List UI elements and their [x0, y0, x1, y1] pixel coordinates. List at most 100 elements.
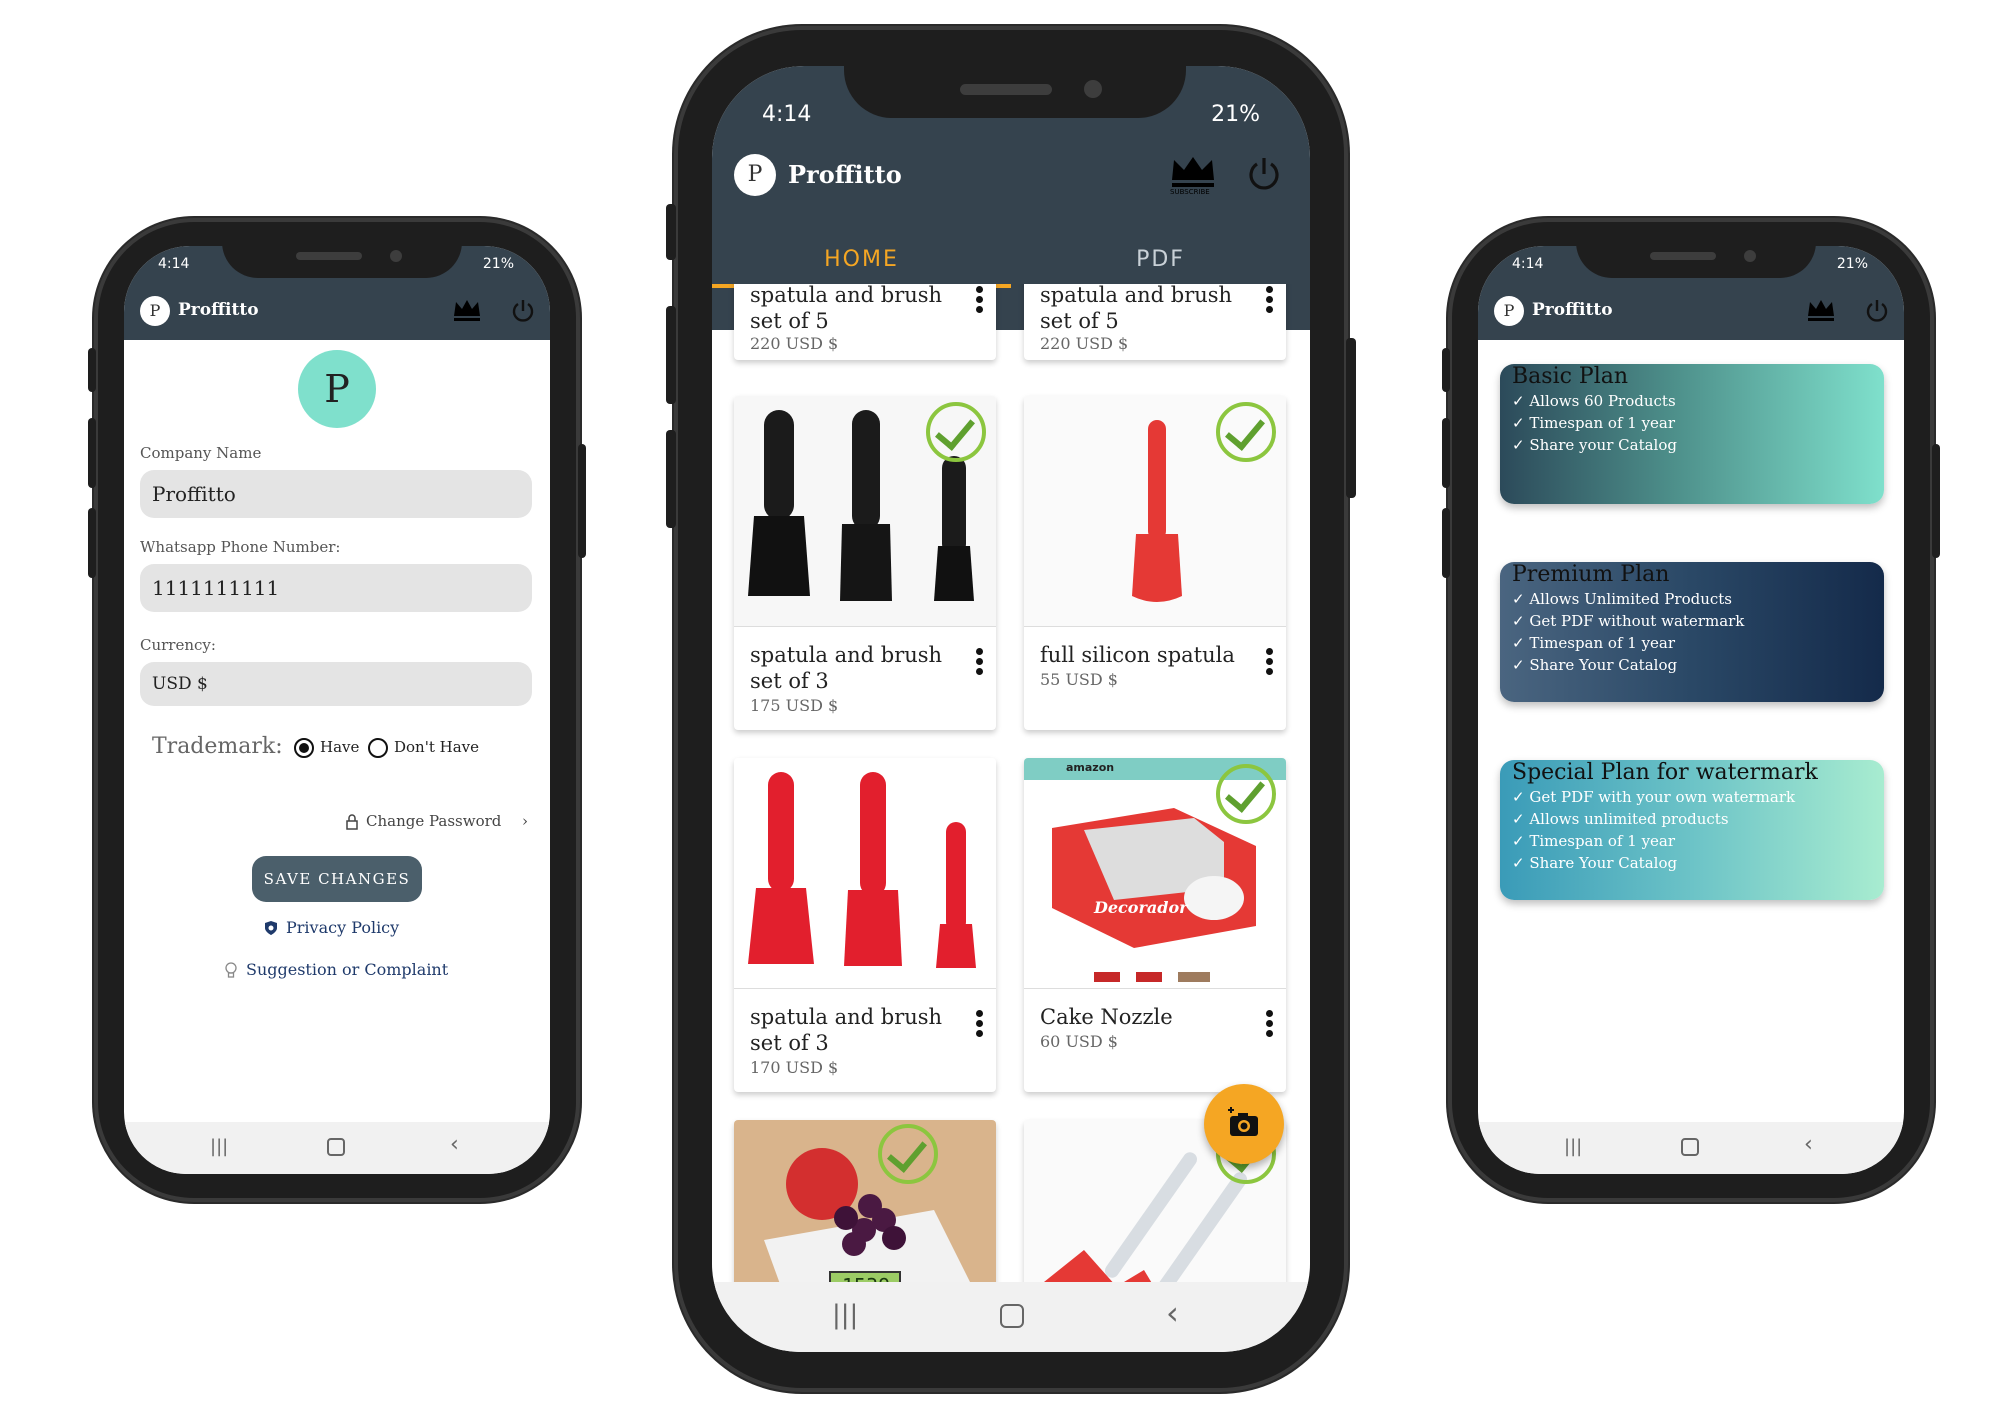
phone-value: 1111111111 — [152, 576, 280, 600]
more-options-icon[interactable] — [976, 286, 984, 316]
product-price: 220 USD $ — [1040, 334, 1129, 353]
product-price: 175 USD $ — [750, 696, 839, 715]
plan-feature: ✓ Allows unlimited products — [1512, 810, 1729, 828]
app-title: Proffitto — [788, 160, 902, 189]
save-changes-button[interactable]: SAVE CHANGES — [252, 856, 422, 902]
product-title: spatula and brush set of 3 — [750, 643, 943, 693]
product-card[interactable]: spatula and brush set of 3 175 USD $ — [734, 396, 996, 730]
status-battery: 21% — [1836, 256, 1868, 272]
volume-button — [1442, 508, 1450, 578]
add-photo-fab[interactable] — [1204, 1084, 1284, 1164]
home-icon[interactable] — [1000, 1304, 1024, 1328]
trademark-label: Trademark: — [152, 734, 283, 759]
volume-button — [1442, 348, 1450, 392]
center-phone-frame: 4:14 21% P Proffitto SUBSCRIBE HOME PDF — [666, 26, 1356, 1392]
app-title: Proffitto — [178, 300, 259, 320]
right-phone-frame: 4:14 21% P Proffitto Basic Plan ✓ Allows… — [1442, 218, 1940, 1202]
app-bar: P Proffitto — [1478, 282, 1904, 340]
recent-apps-icon[interactable]: ||| — [210, 1136, 228, 1157]
recent-apps-icon[interactable]: ||| — [832, 1300, 858, 1330]
plan-feature: ✓ Share Your Catalog — [1512, 656, 1678, 674]
product-title: spatula and brush set of 5 — [1040, 284, 1233, 333]
selected-check-icon[interactable] — [878, 1124, 938, 1184]
plan-feature: ✓ Timespan of 1 year — [1512, 414, 1676, 432]
home-screen: 4:14 21% P Proffitto SUBSCRIBE HOME PDF — [712, 66, 1310, 1352]
back-icon[interactable]: ‹ — [1804, 1132, 1813, 1157]
product-card[interactable]: full silicon spatula 55 USD $ — [1024, 396, 1286, 730]
special-plan-card[interactable]: Special Plan for watermark ✓ Get PDF wit… — [1500, 760, 1884, 900]
trademark-have-radio[interactable] — [294, 738, 314, 758]
plan-title: Basic Plan — [1512, 364, 1629, 389]
company-name-field[interactable]: Proffitto — [140, 470, 532, 518]
more-options-icon[interactable] — [1266, 648, 1274, 678]
product-title: spatula and brush set of 5 — [750, 284, 943, 333]
more-options-icon[interactable] — [1266, 1010, 1274, 1040]
product-title: full silicon spatula — [1040, 643, 1235, 667]
power-button — [1932, 444, 1940, 558]
plan-feature: ✓ Allows 60 Products — [1512, 392, 1676, 410]
app-logo: P — [1494, 296, 1524, 326]
back-icon[interactable]: ‹ — [1166, 1294, 1179, 1332]
speaker — [960, 84, 1052, 95]
product-card[interactable]: 1539 — [734, 1120, 996, 1304]
selected-check-icon[interactable] — [1216, 764, 1276, 824]
back-icon[interactable]: ‹ — [450, 1132, 459, 1157]
product-price: 60 USD $ — [1040, 1032, 1118, 1051]
plan-feature: ✓ Timespan of 1 year — [1512, 832, 1676, 850]
status-time: 4:14 — [1512, 256, 1544, 272]
system-nav-bar: ||| ‹ — [712, 1282, 1310, 1352]
power-icon[interactable] — [1246, 156, 1282, 192]
speaker — [296, 252, 362, 260]
add-photo-icon — [1226, 1106, 1262, 1146]
currency-value: USD $ — [152, 674, 208, 694]
product-image — [734, 758, 996, 989]
currency-select[interactable]: USD $ — [140, 662, 532, 706]
tab-home-label: HOME — [824, 247, 899, 272]
subscribe-crown-icon[interactable] — [452, 296, 482, 324]
left-phone-frame: 4:14 21% P Proffitto P Company Name Prof… — [88, 218, 586, 1202]
volume-button — [666, 204, 676, 260]
currency-label: Currency: — [140, 636, 216, 654]
suggestion-label: Suggestion or Complaint — [246, 960, 449, 979]
app-logo: P — [140, 296, 170, 326]
recent-apps-icon[interactable]: ||| — [1564, 1136, 1582, 1157]
power-icon[interactable] — [1864, 298, 1890, 324]
system-nav-bar: ||| ‹ — [1478, 1122, 1904, 1174]
product-card[interactable]: amazon Decorador Cake Nozzle 60 USD $ — [1024, 758, 1286, 1092]
subscribe-crown-icon[interactable]: SUBSCRIBE — [1168, 152, 1218, 196]
more-options-icon[interactable] — [976, 1010, 984, 1040]
product-card[interactable]: spatula and brush set of 3 170 USD $ — [734, 758, 996, 1092]
status-battery: 21% — [1211, 102, 1260, 127]
selected-check-icon[interactable] — [1216, 402, 1276, 462]
product-image: 1539 — [734, 1120, 996, 1304]
trademark-dont-label: Don't Have — [394, 738, 480, 756]
product-price: 220 USD $ — [750, 334, 839, 353]
tab-home[interactable]: HOME — [712, 232, 1011, 288]
product-card[interactable]: spatula and brush set of 5 220 USD $ — [1024, 284, 1286, 360]
basic-plan-card[interactable]: Basic Plan ✓ Allows 60 Products ✓ Timesp… — [1500, 364, 1884, 504]
selected-check-icon[interactable] — [926, 402, 986, 462]
premium-plan-card[interactable]: Premium Plan ✓ Allows Unlimited Products… — [1500, 562, 1884, 702]
trademark-dont-radio[interactable] — [368, 738, 388, 758]
home-icon[interactable] — [327, 1138, 345, 1156]
tab-pdf[interactable]: PDF — [1011, 232, 1310, 288]
product-price: 170 USD $ — [750, 1058, 839, 1077]
company-name-label: Company Name — [140, 444, 262, 462]
change-password-link[interactable]: Change Password › — [346, 812, 536, 836]
plan-feature: ✓ Share your Catalog — [1512, 436, 1677, 454]
subscribe-caption: SUBSCRIBE — [1170, 188, 1210, 196]
product-card[interactable]: spatula and brush set of 5 220 USD $ — [734, 284, 996, 360]
subscribe-crown-icon[interactable] — [1806, 296, 1836, 324]
app-bar: P Proffitto — [124, 282, 550, 340]
more-options-icon[interactable] — [1266, 286, 1274, 316]
lock-icon — [346, 814, 358, 830]
plan-feature: ✓ Share Your Catalog — [1512, 854, 1678, 872]
power-button — [578, 444, 586, 558]
phone-field[interactable]: 1111111111 — [140, 564, 532, 612]
more-options-icon[interactable] — [976, 648, 984, 678]
status-time: 4:14 — [762, 102, 812, 127]
company-name-value: Proffitto — [152, 482, 236, 506]
company-avatar[interactable]: P — [298, 350, 376, 428]
home-icon[interactable] — [1681, 1138, 1699, 1156]
power-icon[interactable] — [510, 298, 536, 324]
